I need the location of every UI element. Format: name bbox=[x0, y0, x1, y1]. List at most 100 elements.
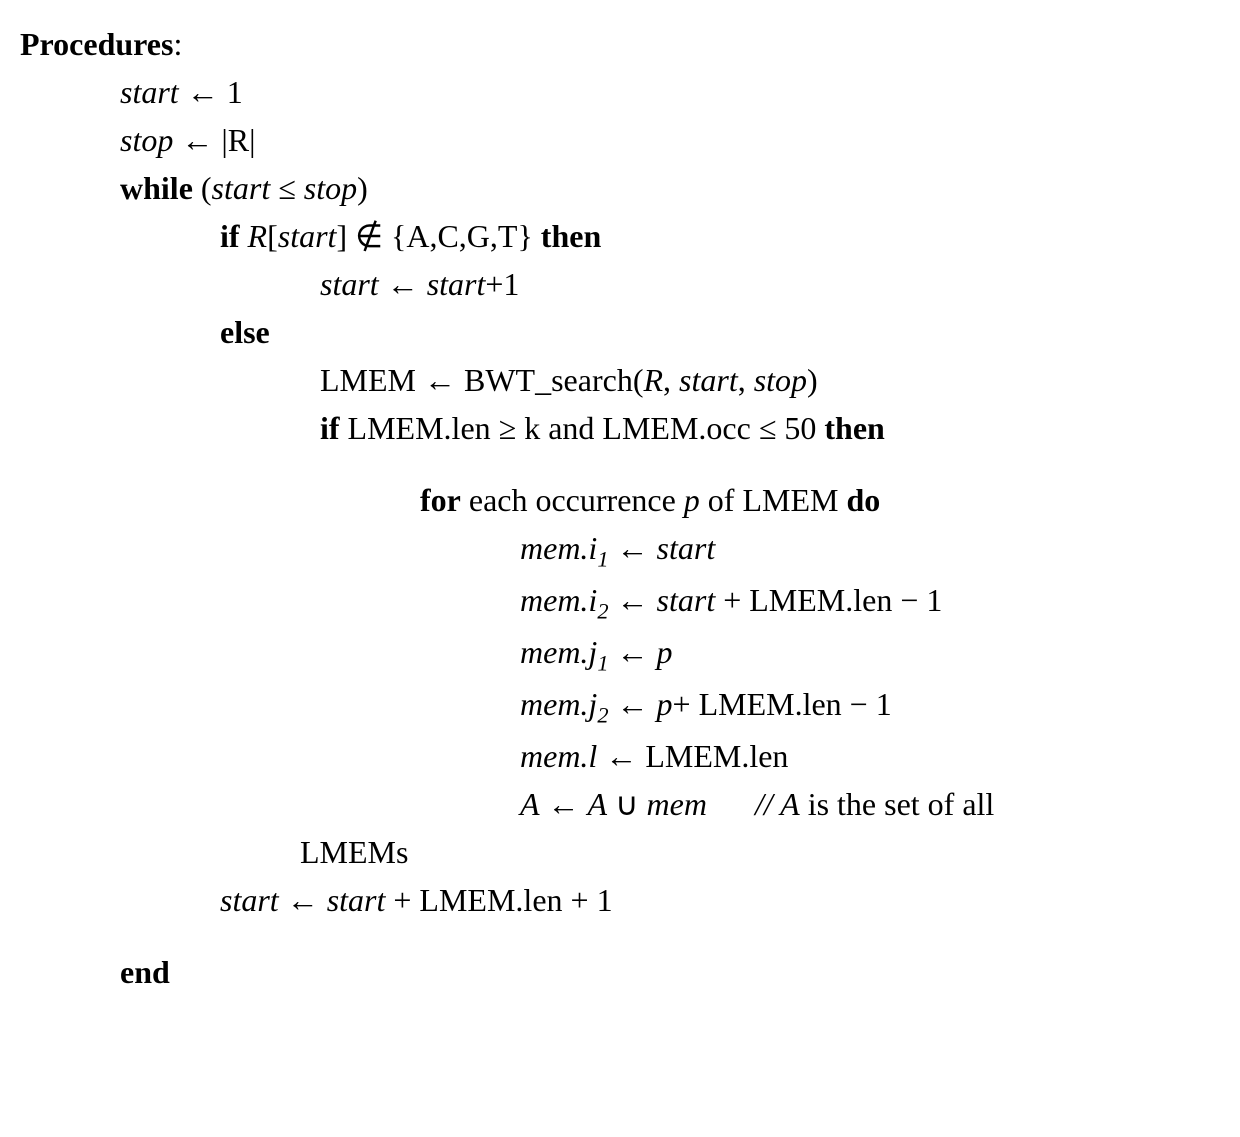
var-r: R bbox=[643, 362, 663, 398]
var-start: start bbox=[212, 170, 271, 206]
op-le: ≤ bbox=[759, 410, 777, 446]
subscript-1: 1 bbox=[597, 650, 608, 675]
kw-then: then bbox=[824, 410, 884, 446]
var-k: k bbox=[524, 410, 540, 446]
var-start: start bbox=[278, 218, 337, 254]
var-start: start bbox=[120, 74, 179, 110]
paren-close: ) bbox=[357, 170, 368, 206]
var-a: A bbox=[588, 786, 608, 822]
comma: , bbox=[738, 362, 754, 398]
line-18: end bbox=[20, 948, 1220, 996]
mem-l: mem.l bbox=[520, 738, 597, 774]
lmem-occ: LMEM.occ bbox=[602, 410, 750, 446]
var-lmem: LMEM bbox=[320, 362, 416, 398]
var-start: start bbox=[657, 582, 716, 618]
value-fifty: 50 bbox=[784, 410, 816, 446]
subscript-1: 1 bbox=[597, 546, 608, 571]
procedures-header: Procedures: bbox=[20, 20, 1220, 68]
arrow: ← bbox=[609, 686, 657, 722]
line-14: mem.l ← LMEM.len bbox=[20, 732, 1220, 780]
op-union: ∪ bbox=[607, 786, 646, 822]
arrow: ← bbox=[597, 738, 645, 774]
header-colon: : bbox=[173, 26, 182, 62]
op-notin: ∉ bbox=[355, 218, 383, 254]
arrow: ← bbox=[187, 74, 219, 110]
line-5: start ← start+1 bbox=[20, 260, 1220, 308]
var-p: p bbox=[657, 634, 673, 670]
op-ge: ≥ bbox=[499, 410, 517, 446]
text-each: each occurrence bbox=[469, 482, 684, 518]
var-start: start bbox=[327, 882, 386, 918]
var-start: start bbox=[679, 362, 738, 398]
kw-else: else bbox=[220, 314, 270, 350]
line-1: start ← 1 bbox=[20, 68, 1220, 116]
var-r: R bbox=[248, 218, 268, 254]
line-17: start ← start + LMEM.len + 1 bbox=[20, 876, 1220, 924]
bracket-close: ] bbox=[336, 218, 347, 254]
arrow: ← bbox=[609, 634, 657, 670]
line-2: stop ← |R| bbox=[20, 116, 1220, 164]
var-stop: stop bbox=[120, 122, 173, 158]
mem-i1: mem.i bbox=[520, 530, 597, 566]
line-11: mem.i2 ← start + LMEM.len − 1 bbox=[20, 576, 1220, 628]
var-stop: stop bbox=[304, 170, 357, 206]
arrow: ← bbox=[424, 362, 456, 398]
var-p: p bbox=[657, 686, 673, 722]
arrow: ← bbox=[181, 122, 213, 158]
var-p: p bbox=[684, 482, 700, 518]
arrow: ← bbox=[279, 882, 327, 918]
rest: LMEM.len bbox=[645, 738, 788, 774]
var-mem: mem bbox=[647, 786, 707, 822]
fn-name: BWT_search( bbox=[464, 362, 643, 398]
lmem-len: LMEM.len bbox=[348, 410, 491, 446]
mem-j1: mem.j bbox=[520, 634, 597, 670]
kw-if: if bbox=[220, 218, 240, 254]
subscript-2: 2 bbox=[597, 598, 608, 623]
mem-i2: mem.i bbox=[520, 582, 597, 618]
line-10: mem.i1 ← start bbox=[20, 524, 1220, 576]
paren-close: ) bbox=[807, 362, 818, 398]
rest: + LMEM.len − 1 bbox=[715, 582, 942, 618]
set-acgt: {A,C,G,T} bbox=[391, 218, 533, 254]
kw-and: and bbox=[548, 410, 594, 446]
kw-end: end bbox=[120, 954, 170, 990]
line-3: while (start ≤ stop) bbox=[20, 164, 1220, 212]
kw-then: then bbox=[541, 218, 601, 254]
bracket-open: [ bbox=[267, 218, 278, 254]
mem-j2: mem.j bbox=[520, 686, 597, 722]
kw-do: do bbox=[846, 482, 880, 518]
var-start: start bbox=[220, 882, 279, 918]
text-lmems: LMEMs bbox=[300, 834, 408, 870]
rest: + LMEM.len − 1 bbox=[673, 686, 892, 722]
var-stop: stop bbox=[754, 362, 807, 398]
arrow: ← bbox=[609, 582, 657, 618]
line-16: LMEMs bbox=[20, 828, 1220, 876]
rest: + LMEM.len + 1 bbox=[385, 882, 612, 918]
line-15: A ← A ∪ mem // A is the set of all bbox=[20, 780, 1220, 828]
line-7: LMEM ← BWT_search(R, start, stop) bbox=[20, 356, 1220, 404]
header-word: Procedures bbox=[20, 26, 173, 62]
line-13: mem.j2 ← p+ LMEM.len − 1 bbox=[20, 680, 1220, 732]
line-4: if R[start] ∉ {A,C,G,T} then bbox=[20, 212, 1220, 260]
var-start: start bbox=[427, 266, 486, 302]
op-le: ≤ bbox=[278, 170, 296, 206]
arrow: ← bbox=[540, 786, 588, 822]
comma: , bbox=[663, 362, 679, 398]
arrow: ← bbox=[609, 530, 657, 566]
plus-one: +1 bbox=[485, 266, 519, 302]
kw-if: if bbox=[320, 410, 340, 446]
abs-r: |R| bbox=[221, 122, 255, 158]
line-12: mem.j1 ← p bbox=[20, 628, 1220, 680]
var-start: start bbox=[320, 266, 379, 302]
subscript-2: 2 bbox=[597, 702, 608, 727]
var-a: A bbox=[520, 786, 540, 822]
line-8: if LMEM.len ≥ k and LMEM.occ ≤ 50 then bbox=[20, 404, 1220, 452]
comment-slashes: // bbox=[755, 786, 780, 822]
kw-while: while bbox=[120, 170, 193, 206]
paren-open: ( bbox=[201, 170, 212, 206]
value-one: 1 bbox=[227, 74, 243, 110]
spaces bbox=[707, 786, 755, 822]
arrow: ← bbox=[387, 266, 419, 302]
text-of: of LMEM bbox=[700, 482, 847, 518]
line-6: else bbox=[20, 308, 1220, 356]
